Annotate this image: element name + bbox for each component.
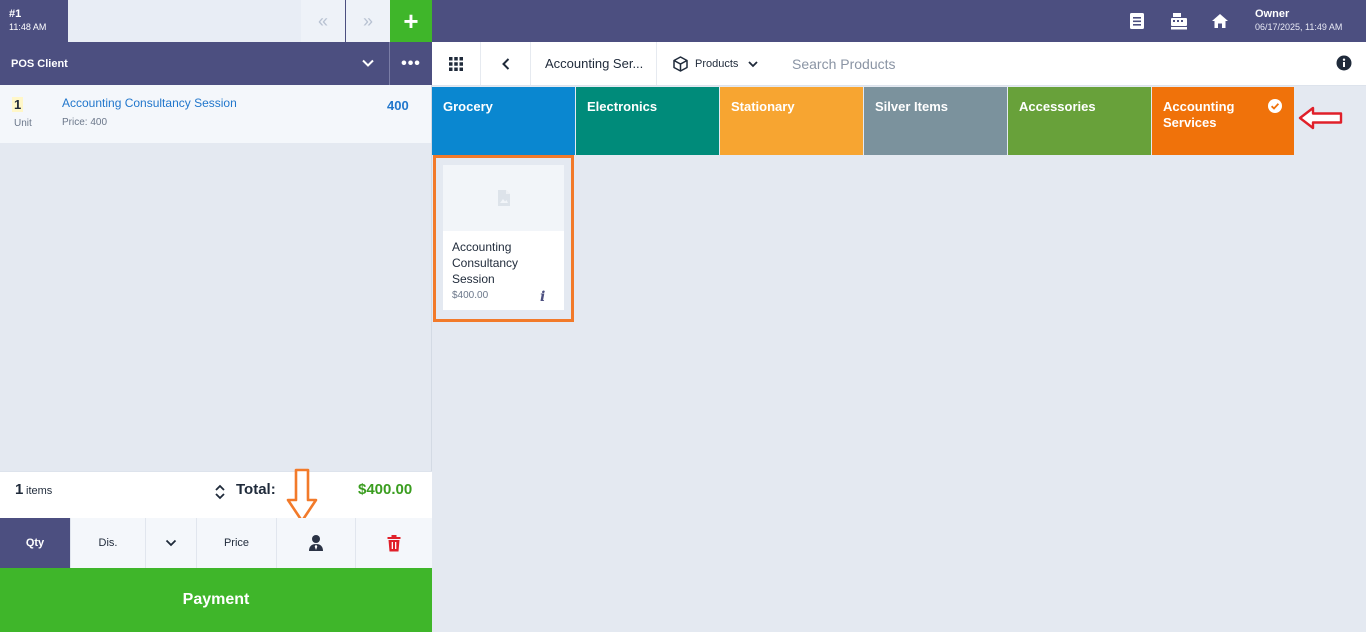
plus-icon: + <box>403 5 419 36</box>
double-chevron-right-icon: » <box>362 10 373 31</box>
total-label: Total: <box>236 481 276 498</box>
delete-line-button[interactable] <box>356 518 432 568</box>
annotation-arrow-left-icon <box>1298 106 1343 130</box>
more-dots-icon: ••• <box>401 54 421 72</box>
next-ticket-button[interactable]: » <box>346 0 390 42</box>
cash-register-icon <box>1171 13 1187 30</box>
items-count: 1 <box>15 481 24 498</box>
ticket-number: #1 <box>9 8 22 20</box>
products-dropdown[interactable]: Products <box>657 42 778 85</box>
info-icon[interactable] <box>1336 55 1352 71</box>
category-label: Grocery <box>443 99 493 114</box>
home-icon <box>1212 14 1228 28</box>
double-chevron-left-icon: « <box>317 10 328 31</box>
product-price: $400.00 <box>452 290 489 301</box>
category-label: Stationary <box>731 99 795 114</box>
box-icon <box>673 55 688 72</box>
product-image-placeholder <box>443 165 564 231</box>
category-accounting-services[interactable]: Accounting Services <box>1152 87 1294 155</box>
more-options-button[interactable]: ••• <box>390 42 432 85</box>
line-unit: Unit <box>14 118 32 129</box>
breadcrumb-category[interactable]: Accounting Ser... <box>531 42 657 85</box>
salesperson-icon <box>309 535 323 551</box>
current-datetime: 06/17/2025, 11:49 AM <box>1255 22 1343 32</box>
client-name: POS Client <box>11 58 68 70</box>
ticket-tabs-area <box>68 0 301 42</box>
category-stationary[interactable]: Stationary <box>720 87 863 155</box>
search-products-input[interactable] <box>778 42 1318 85</box>
payment-button[interactable]: Payment <box>0 568 432 632</box>
line-total: 400 <box>387 98 409 113</box>
cart-line-item[interactable] <box>0 85 431 143</box>
price-mode-button[interactable]: Price <box>197 518 277 568</box>
products-label: Products <box>695 57 739 70</box>
line-unit-price: Price: 400 <box>62 117 108 128</box>
previous-ticket-button[interactable]: « <box>301 0 345 42</box>
salesperson-button[interactable] <box>277 518 356 568</box>
product-name: Accounting Consultancy Session <box>452 240 519 286</box>
chevron-down-icon <box>748 60 759 67</box>
total-amount: $400.00 <box>358 481 413 498</box>
chevron-left-icon <box>501 57 509 70</box>
chevron-down-icon[interactable] <box>359 54 377 72</box>
category-accessories[interactable]: Accessories <box>1008 87 1151 155</box>
discount-dropdown-button[interactable] <box>146 518 197 568</box>
category-label: Electronics <box>587 99 658 114</box>
home-button[interactable] <box>1208 9 1232 33</box>
line-product-name: Accounting Consultancy Session <box>62 96 237 110</box>
user-name: Owner <box>1255 8 1290 20</box>
add-ticket-button[interactable]: + <box>390 0 432 42</box>
discount-mode-button[interactable]: Dis. <box>71 518 146 568</box>
category-label: Accessories <box>1019 99 1096 114</box>
sort-icon[interactable] <box>214 483 226 501</box>
grid-icon <box>449 56 463 71</box>
cash-register-button[interactable] <box>1167 9 1191 33</box>
qty-mode-button[interactable]: Qty <box>0 518 71 568</box>
back-button[interactable] <box>481 42 531 85</box>
category-electronics[interactable]: Electronics <box>576 87 719 155</box>
annotation-arrow-down-icon <box>286 468 318 523</box>
grid-view-button[interactable] <box>432 42 481 85</box>
category-label: Silver Items <box>875 99 948 114</box>
category-silver-items[interactable]: Silver Items <box>864 87 1007 155</box>
category-label: Accounting Services <box>1163 99 1235 130</box>
order-ticket-tab[interactable]: #1 11:48 AM <box>0 0 68 42</box>
trash-icon <box>387 534 401 551</box>
image-placeholder-icon <box>497 190 510 206</box>
ticket-time: 11:48 AM <box>9 22 47 32</box>
document-list-icon <box>1130 13 1144 29</box>
chevron-down-icon <box>165 539 177 547</box>
check-circle-icon <box>1268 99 1282 113</box>
items-label: items <box>26 485 53 497</box>
document-list-button[interactable] <box>1125 9 1149 33</box>
product-info-icon[interactable]: i <box>540 289 545 305</box>
line-qty: 1 <box>12 97 24 112</box>
user-info[interactable]: Owner 06/17/2025, 11:49 AM <box>1255 8 1342 34</box>
category-grocery[interactable]: Grocery <box>432 87 575 155</box>
